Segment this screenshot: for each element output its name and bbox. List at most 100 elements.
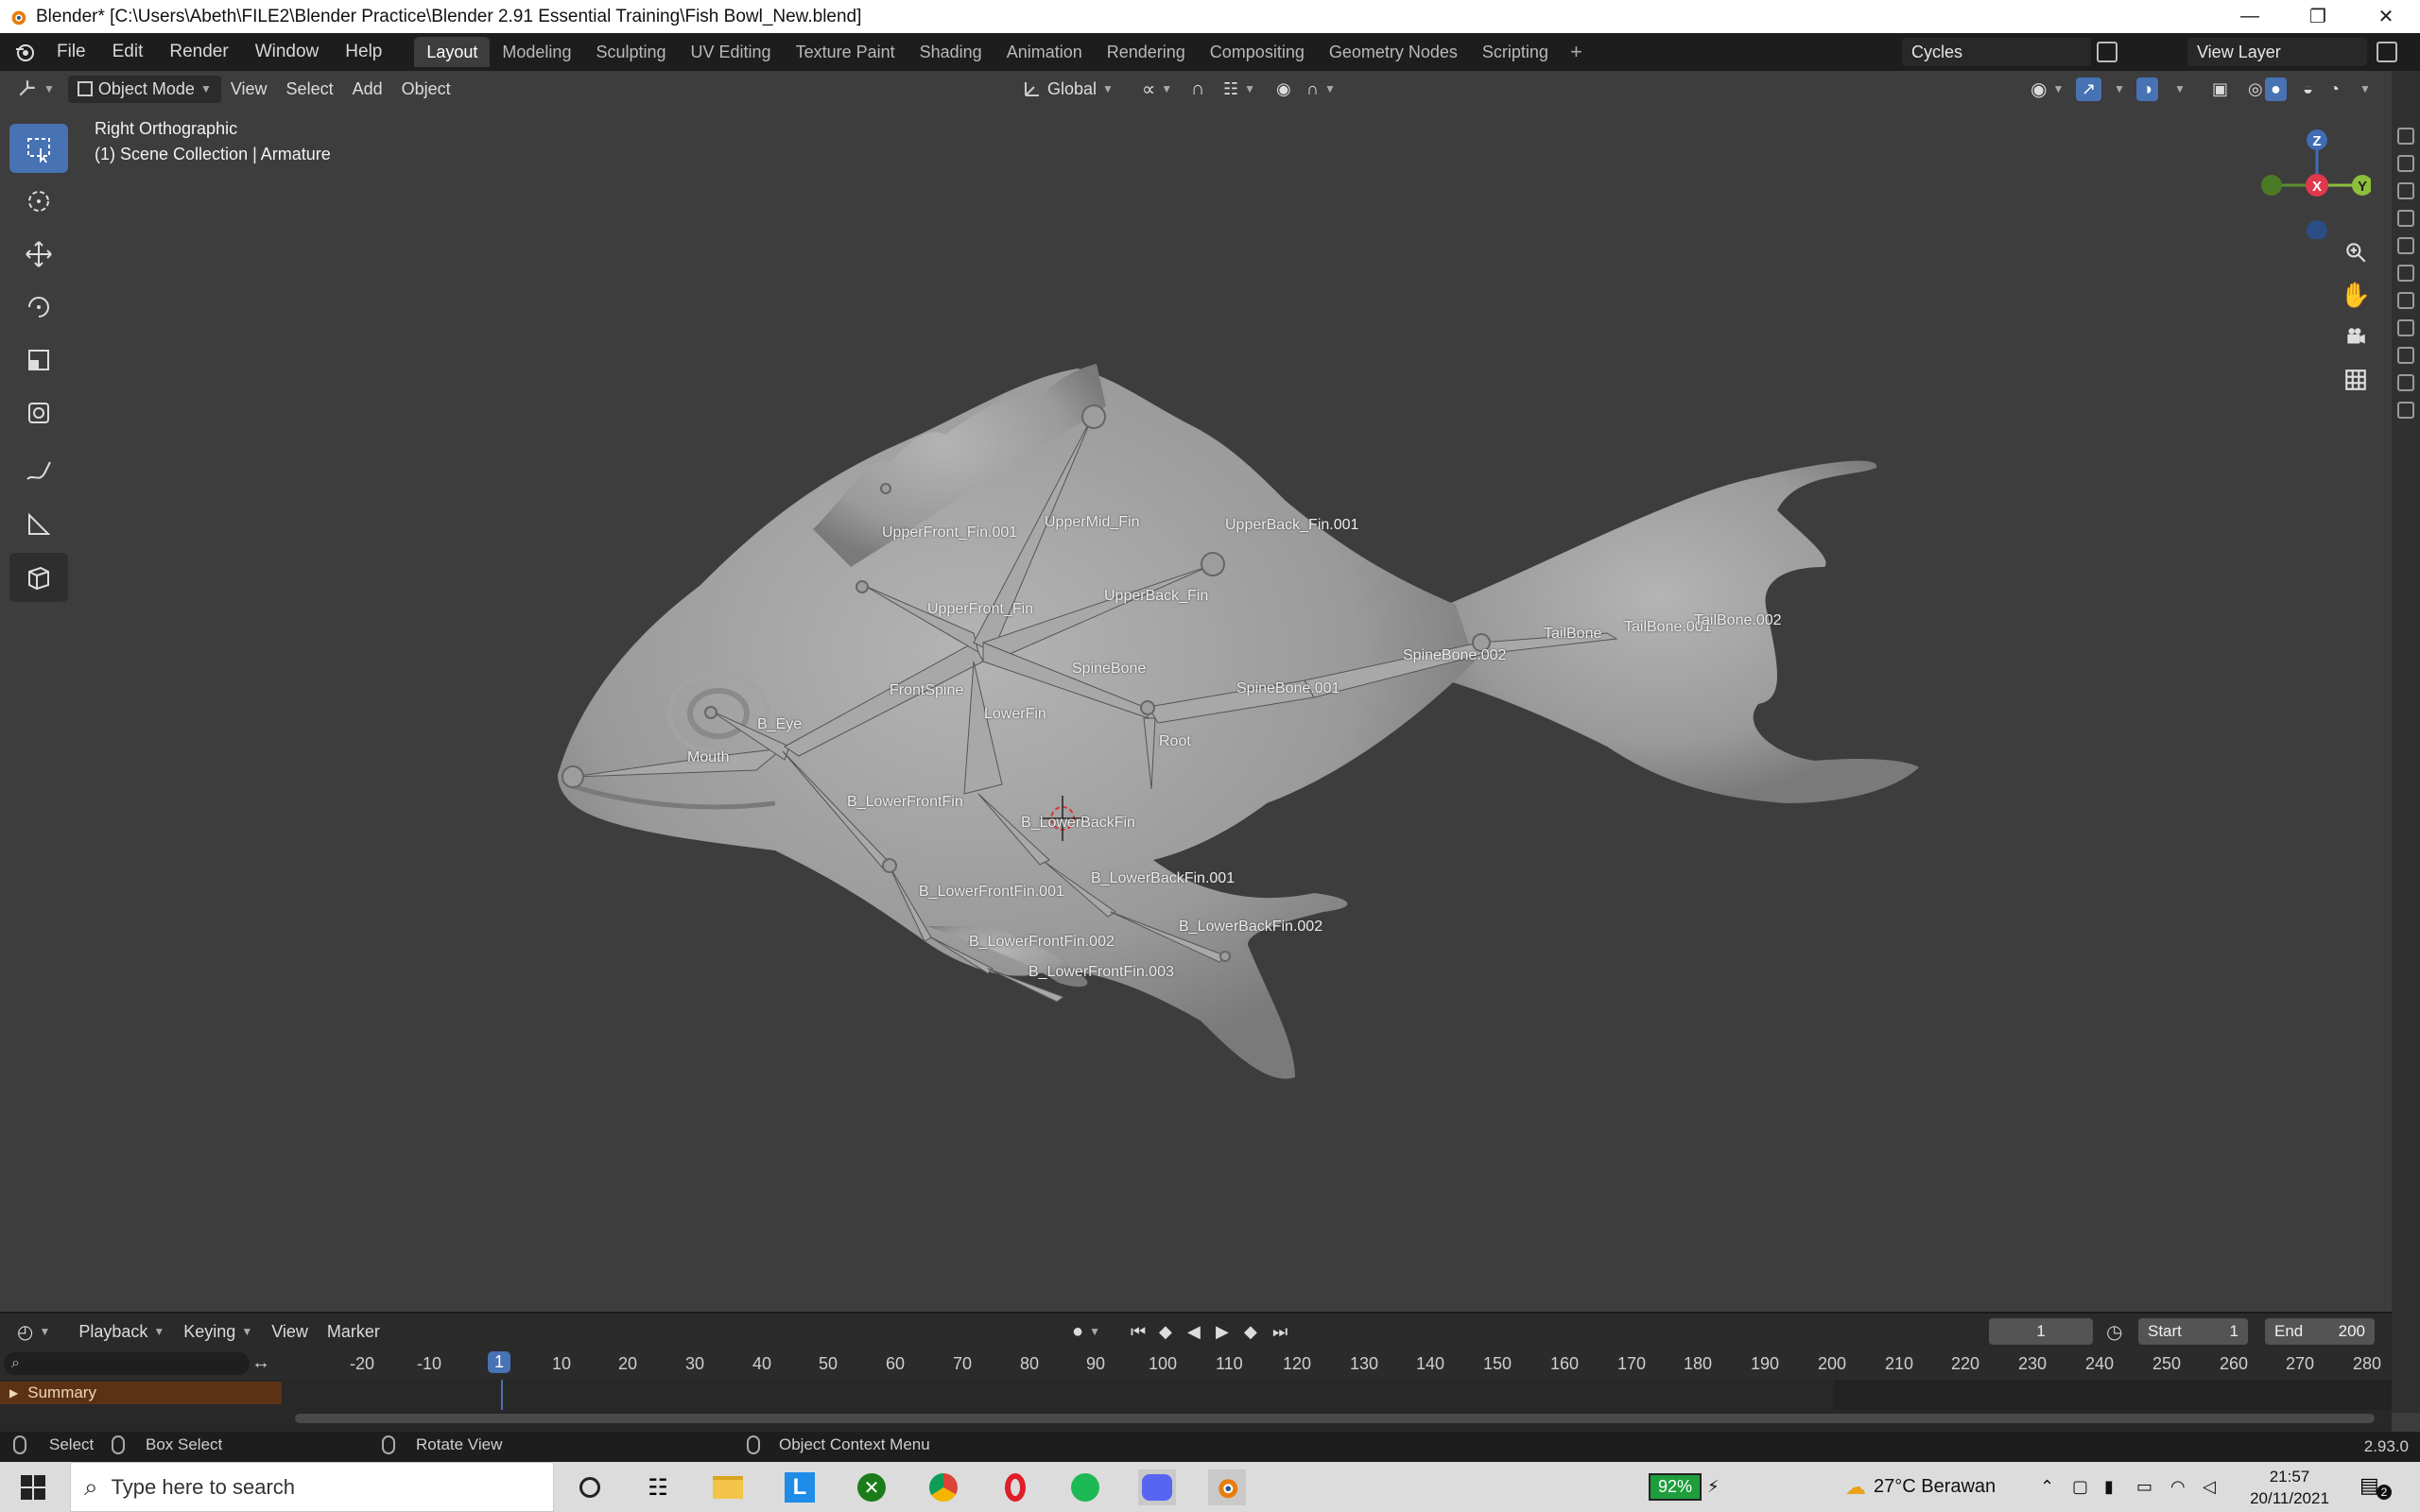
tab-modeling[interactable]: Modeling: [490, 37, 583, 67]
current-frame-field[interactable]: 1: [1989, 1318, 2093, 1345]
discord-app[interactable]: [1138, 1469, 1176, 1505]
outliner-camera-icon[interactable]: [2397, 128, 2414, 145]
marker-menu[interactable]: Marker: [318, 1318, 389, 1346]
gizmo-neg-y-axis[interactable]: [2261, 175, 2282, 196]
fish-mesh-armature[interactable]: [0, 107, 2392, 1312]
gizmo-neg-z-axis[interactable]: [2307, 220, 2327, 239]
wifi-icon[interactable]: ◠: [2170, 1462, 2186, 1512]
blender-menu-icon[interactable]: [13, 41, 36, 63]
camera-view-button[interactable]: [2337, 318, 2375, 356]
tab-shading[interactable]: Shading: [908, 37, 994, 67]
snap-toggle[interactable]: ∩: [1182, 75, 1214, 104]
keying-menu[interactable]: Keying ▼: [174, 1318, 262, 1346]
spotify-app[interactable]: [1066, 1469, 1104, 1505]
clock[interactable]: 21:57 20/11/2021: [2242, 1466, 2337, 1509]
shading-solid[interactable]: ●: [2265, 77, 2287, 101]
autokey-toggle[interactable]: ● ▼: [1063, 1317, 1110, 1347]
current-frame-marker[interactable]: 1: [488, 1351, 511, 1373]
menu-help[interactable]: Help: [332, 33, 395, 71]
gizmo-toggle[interactable]: ↗: [2076, 77, 2102, 101]
mode-selector[interactable]: Object Mode ▼: [67, 75, 221, 103]
outliner-camera-icon[interactable]: [2397, 265, 2414, 282]
microphone-icon[interactable]: ▮: [2104, 1462, 2114, 1512]
menu-edit[interactable]: Edit: [99, 33, 157, 71]
menu-add[interactable]: Add: [343, 76, 392, 103]
timeline-ruler[interactable]: ⌕ ↔ -20 -10 1 10 20 30 40 50 60 70 80 90…: [0, 1349, 2392, 1380]
next-keyframe-button[interactable]: ◆: [1235, 1318, 1267, 1346]
volume-icon[interactable]: ◁: [2203, 1462, 2216, 1512]
shading-material[interactable]: ◒: [2293, 76, 2323, 103]
restore-button[interactable]: ❐: [2284, 0, 2352, 33]
tab-compositing[interactable]: Compositing: [1198, 37, 1317, 67]
ortho-toggle-button[interactable]: [2337, 361, 2375, 399]
tab-geometry-nodes[interactable]: Geometry Nodes: [1317, 37, 1470, 67]
outliner-camera-icon[interactable]: [2397, 237, 2414, 254]
timeline-view-menu[interactable]: View: [262, 1318, 318, 1346]
tab-animation[interactable]: Animation: [994, 37, 1095, 67]
menu-file[interactable]: File: [43, 33, 99, 71]
view-layer-selector[interactable]: View Layer: [2144, 37, 2418, 67]
end-frame-field[interactable]: End 200: [2265, 1318, 2375, 1345]
pan-button[interactable]: ✋: [2337, 276, 2375, 314]
battery-indicator[interactable]: 92% ⚡: [1649, 1462, 1720, 1512]
proportional-edit-toggle[interactable]: ◉: [1267, 76, 1301, 103]
file-explorer-app[interactable]: [709, 1469, 747, 1505]
play-reverse-button[interactable]: ◀: [1178, 1318, 1210, 1346]
xray-toggle[interactable]: ▣: [2203, 76, 2238, 103]
opera-app[interactable]: [996, 1469, 1034, 1505]
prev-keyframe-button[interactable]: ◆: [1150, 1318, 1182, 1346]
tab-layout[interactable]: Layout: [414, 37, 491, 67]
editor-type-button[interactable]: ▼: [8, 75, 64, 103]
new-scene-icon[interactable]: [2097, 42, 2118, 62]
task-view-button[interactable]: ☷: [639, 1469, 677, 1505]
gizmo-dropdown[interactable]: ▼: [2104, 78, 2135, 99]
pivot-point-selector[interactable]: ∝ ▼: [1132, 74, 1182, 105]
start-frame-field[interactable]: Start 1: [2138, 1318, 2248, 1345]
minimize-button[interactable]: —: [2216, 0, 2284, 33]
outliner-camera-icon[interactable]: [2397, 182, 2414, 199]
outliner-camera-icon[interactable]: [2397, 402, 2414, 419]
timeline-editor-type[interactable]: ◴ ▼: [8, 1316, 60, 1348]
overlays-dropdown[interactable]: ▼: [2165, 78, 2195, 99]
snap-target-selector[interactable]: ☷ ▼: [1214, 76, 1265, 103]
transform-orientation-selector[interactable]: Global ▼: [1013, 76, 1123, 103]
play-button[interactable]: ▶: [1206, 1318, 1238, 1346]
new-view-layer-icon[interactable]: [2377, 42, 2397, 62]
menu-window[interactable]: Window: [242, 33, 333, 71]
tab-rendering[interactable]: Rendering: [1095, 37, 1198, 67]
timeline-scrollbar[interactable]: [295, 1414, 2375, 1423]
summary-channel[interactable]: ▶ Summary: [0, 1382, 282, 1404]
playback-menu[interactable]: Playback ▼: [69, 1318, 174, 1346]
visibility-selector[interactable]: ◉ ▼: [2021, 74, 2073, 105]
tray-chevron-icon[interactable]: ⌃: [2040, 1462, 2054, 1512]
start-button[interactable]: [21, 1475, 45, 1500]
blender-app[interactable]: [1208, 1469, 1246, 1505]
jump-end-button[interactable]: ⏭: [1263, 1318, 1297, 1346]
outliner-camera-icon[interactable]: [2397, 155, 2414, 172]
tab-sculpting[interactable]: Sculpting: [583, 37, 678, 67]
zoom-button[interactable]: [2337, 233, 2375, 271]
outliner-camera-icon[interactable]: [2397, 347, 2414, 364]
shading-rendered[interactable]: ◔: [2320, 76, 2349, 103]
tab-scripting[interactable]: Scripting: [1470, 37, 1561, 67]
chrome-app[interactable]: [925, 1469, 962, 1505]
outliner-camera-icon[interactable]: [2397, 374, 2414, 391]
menu-view[interactable]: View: [221, 76, 277, 103]
menu-render[interactable]: Render: [156, 33, 241, 71]
navigation-gizmo[interactable]: Z Y X: [2248, 116, 2371, 239]
outliner-camera-icon[interactable]: [2397, 292, 2414, 309]
overlays-toggle[interactable]: ◑: [2136, 77, 2158, 101]
weather-widget[interactable]: ☁ 27°C Berawan: [1845, 1462, 1996, 1512]
sync-arrows-icon[interactable]: ↔: [251, 1352, 270, 1374]
render-engine-selector[interactable]: Cycles: [1860, 37, 2130, 67]
cortana-button[interactable]: [571, 1469, 609, 1505]
outliner-camera-icon[interactable]: [2397, 210, 2414, 227]
battery-tray-icon[interactable]: ▭: [2136, 1462, 2152, 1512]
add-workspace-button[interactable]: +: [1561, 40, 1592, 64]
outliner-camera-icon[interactable]: [2397, 319, 2414, 336]
l-app[interactable]: L: [781, 1469, 819, 1505]
tab-uv-editing[interactable]: UV Editing: [679, 37, 784, 67]
close-window-button[interactable]: ✕: [2352, 0, 2420, 33]
falloff-selector[interactable]: ∩ ▼: [1297, 76, 1345, 103]
expand-triangle-icon[interactable]: ▶: [9, 1386, 18, 1400]
